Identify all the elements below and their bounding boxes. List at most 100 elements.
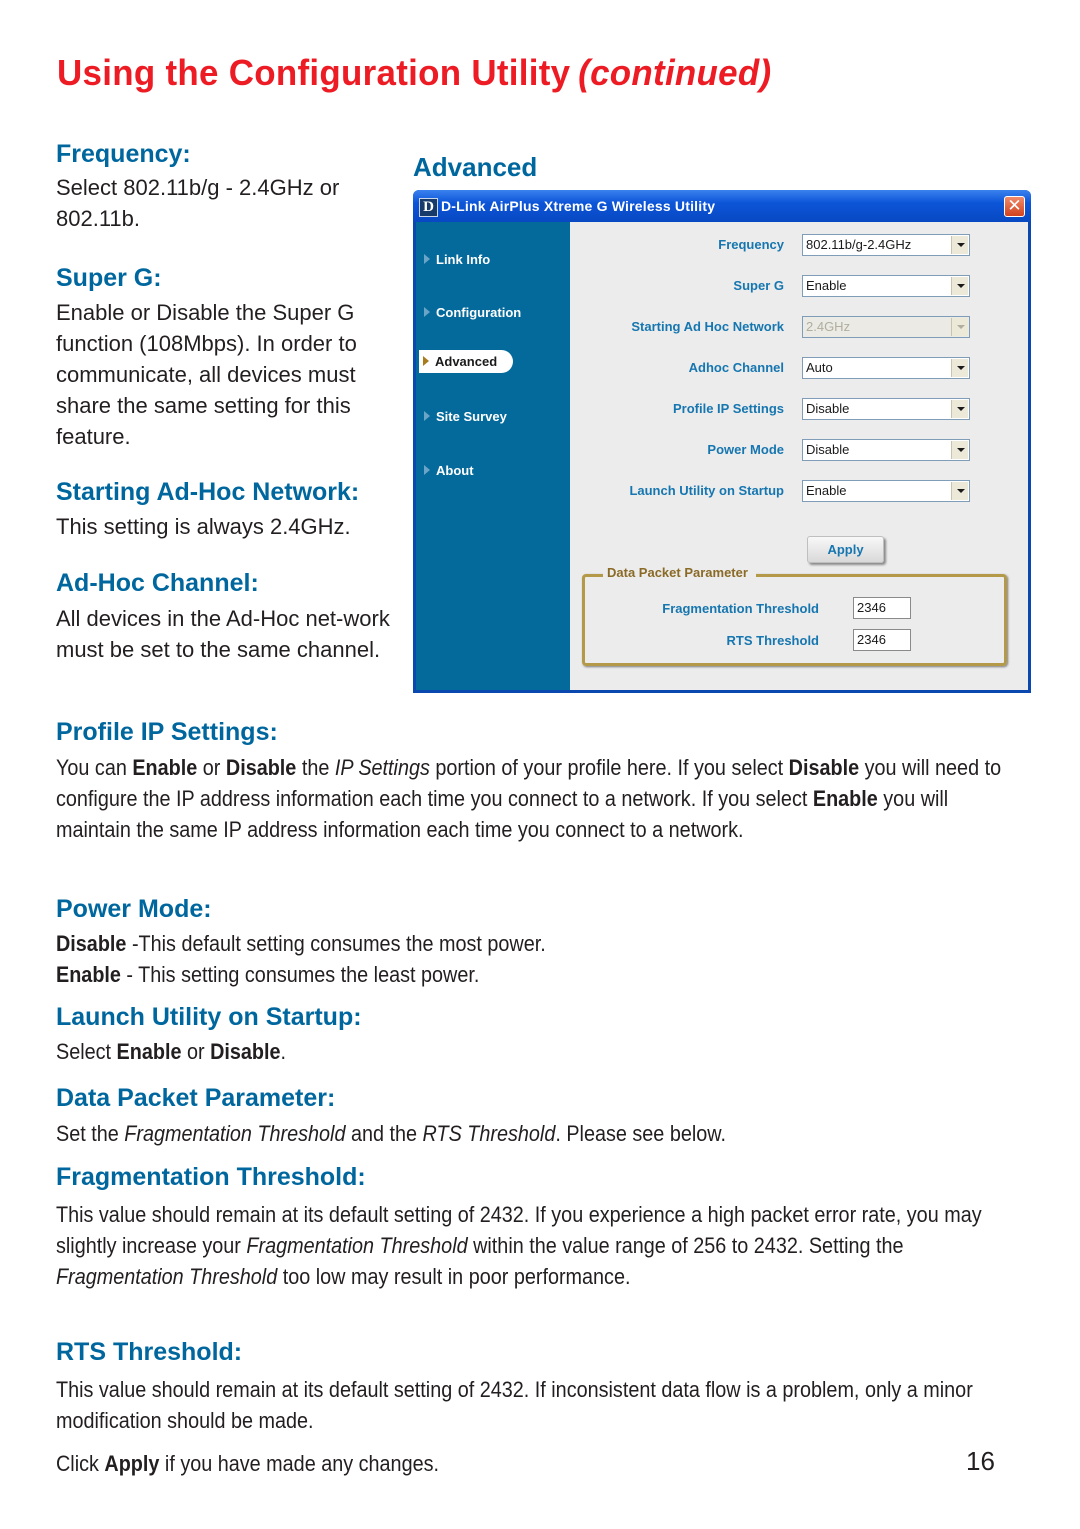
- dropdown-arrow-icon[interactable]: [951, 359, 968, 377]
- bold-text: Disable: [210, 1039, 281, 1064]
- page-title: Using the Configuration Utility (continue…: [57, 52, 771, 94]
- close-button[interactable]: ✕: [1004, 196, 1025, 217]
- data-packet-body: Set the Fragmentation Threshold and the …: [56, 1118, 1028, 1149]
- select-value: Disable: [806, 442, 850, 457]
- text: .: [280, 1039, 287, 1064]
- chevron-right-icon: [423, 356, 429, 366]
- italic-text: Fragmentation Threshold: [124, 1121, 346, 1146]
- dropdown-arrow-icon[interactable]: [951, 277, 968, 295]
- data-packet-group: Data Packet Parameter Fragmentation Thre…: [582, 565, 1007, 666]
- footer-note: Click Apply if you have made any changes…: [56, 1448, 686, 1479]
- select-value: Enable: [806, 483, 847, 498]
- data-packet-group-title: Data Packet Parameter: [603, 565, 756, 580]
- dropdown-arrow-icon[interactable]: [951, 236, 968, 254]
- nav-item-site-survey[interactable]: Site Survey: [424, 409, 507, 424]
- text: Click: [56, 1451, 105, 1476]
- profile-ip-body: You can Enable or Disable the IP Setting…: [56, 752, 1028, 845]
- nav-item-link-info[interactable]: Link Info: [424, 252, 490, 267]
- dropdown-arrow-icon[interactable]: [951, 441, 968, 459]
- dropdown-arrow-icon[interactable]: [951, 400, 968, 418]
- select-value: 802.11b/g-2.4GHz: [806, 237, 912, 252]
- nav-item-configuration[interactable]: Configuration: [424, 305, 521, 320]
- bold-text: Enable: [56, 962, 121, 987]
- fragmentation-threshold-input[interactable]: 2346: [853, 597, 911, 619]
- dlink-logo-icon: D: [419, 198, 438, 217]
- rts-threshold-label: RTS Threshold: [726, 633, 819, 648]
- bold-text: Enable: [812, 786, 878, 811]
- super-g-select[interactable]: Enable: [802, 275, 970, 297]
- text: - This setting consumes the least power.: [120, 962, 480, 987]
- bold-text: Enable: [116, 1039, 182, 1064]
- power-mode-line-1: Disable -This default setting consumes t…: [56, 928, 1028, 959]
- adhoc-channel-body: All devices in the Ad-Hoc net-work must …: [56, 606, 390, 662]
- rts-threshold-input[interactable]: 2346: [853, 629, 911, 651]
- super-g-heading: Super G:: [56, 264, 162, 292]
- launch-utility-select[interactable]: Enable: [802, 480, 970, 502]
- chevron-right-icon: [424, 254, 430, 264]
- nav-label: About: [436, 463, 474, 478]
- launch-utility-body: Select Enable or Disable.: [56, 1036, 1028, 1067]
- bold-text: Disable: [56, 931, 127, 956]
- select-value: Auto: [806, 360, 833, 375]
- text: Set the: [56, 1121, 125, 1146]
- power-mode-line-2: Enable - This setting consumes the least…: [56, 959, 1028, 990]
- launch-utility-heading: Launch Utility on Startup:: [56, 1003, 362, 1031]
- nav-label: Configuration: [436, 305, 522, 320]
- power-mode-heading: Power Mode:: [56, 895, 212, 923]
- bold-text: Enable: [132, 755, 198, 780]
- nav-item-about[interactable]: About: [424, 463, 474, 478]
- text: Select: [56, 1039, 117, 1064]
- text: if you have made any changes.: [159, 1451, 440, 1476]
- text: within the value range of 256 to 2432. S…: [467, 1233, 904, 1258]
- text: or: [197, 755, 226, 780]
- text: or: [181, 1039, 211, 1064]
- chevron-right-icon: [424, 465, 430, 475]
- text: . Please see below.: [555, 1121, 726, 1146]
- bold-text: Disable: [225, 755, 297, 780]
- fragmentation-threshold-label: Fragmentation Threshold: [662, 601, 819, 616]
- text: -This default setting consumes the most …: [126, 931, 546, 956]
- starting-adhoc-heading: Starting Ad-Hoc Network:: [56, 478, 360, 506]
- nav-item-advanced[interactable]: Advanced: [419, 350, 514, 373]
- settings-panel: Frequency 802.11b/g-2.4GHz Super G Enabl…: [570, 222, 1028, 690]
- starting-adhoc-select: 2.4GHz: [802, 316, 970, 338]
- power-mode-select[interactable]: Disable: [802, 439, 970, 461]
- page-number: 16: [966, 1446, 995, 1476]
- text: portion of your profile here. If you sel…: [429, 755, 789, 780]
- nav-label: Advanced: [435, 354, 498, 369]
- bold-text: Disable: [788, 755, 860, 780]
- chevron-right-icon: [424, 411, 430, 421]
- power-mode-label: Power Mode: [707, 442, 784, 457]
- nav-label: Site Survey: [436, 409, 507, 424]
- text: You can: [56, 755, 133, 780]
- dropdown-arrow-icon: [951, 318, 968, 336]
- adhoc-channel-select[interactable]: Auto: [802, 357, 970, 379]
- adhoc-channel-label: Adhoc Channel: [688, 360, 784, 375]
- select-value: Enable: [806, 278, 847, 293]
- page-title-text: Using the Configuration Utility: [57, 52, 571, 93]
- bold-text: Apply: [104, 1451, 160, 1476]
- frequency-label: Frequency: [718, 237, 784, 252]
- fragmentation-heading: Fragmentation Threshold:: [56, 1163, 366, 1191]
- text: the: [296, 755, 335, 780]
- super-g-label: Super G: [733, 278, 784, 293]
- fragmentation-body: This value should remain at its default …: [56, 1199, 1028, 1292]
- adhoc-channel-heading: Ad-Hoc Channel:: [56, 569, 259, 597]
- rts-heading: RTS Threshold:: [56, 1338, 243, 1366]
- dropdown-arrow-icon[interactable]: [951, 482, 968, 500]
- profile-ip-select[interactable]: Disable: [802, 398, 970, 420]
- window-title: D-Link AirPlus Xtreme G Wireless Utility: [441, 198, 716, 214]
- sidebar-nav: Link Info Configuration Advanced Site Su…: [416, 222, 570, 690]
- starting-adhoc-body: This setting is always 2.4GHz.: [56, 514, 351, 539]
- apply-button[interactable]: Apply: [807, 536, 884, 563]
- super-g-body: Enable or Disable the Super G function (…: [56, 300, 357, 449]
- launch-utility-label: Launch Utility on Startup: [629, 483, 784, 498]
- frequency-heading: Frequency:: [56, 140, 191, 168]
- text: and the: [345, 1121, 423, 1146]
- chevron-right-icon: [424, 307, 430, 317]
- italic-text: Fragmentation Threshold: [56, 1264, 278, 1289]
- italic-text: IP Settings: [334, 755, 430, 780]
- italic-text: RTS Threshold: [422, 1121, 556, 1146]
- frequency-select[interactable]: 802.11b/g-2.4GHz: [802, 234, 970, 256]
- select-value: 2.4GHz: [806, 319, 851, 334]
